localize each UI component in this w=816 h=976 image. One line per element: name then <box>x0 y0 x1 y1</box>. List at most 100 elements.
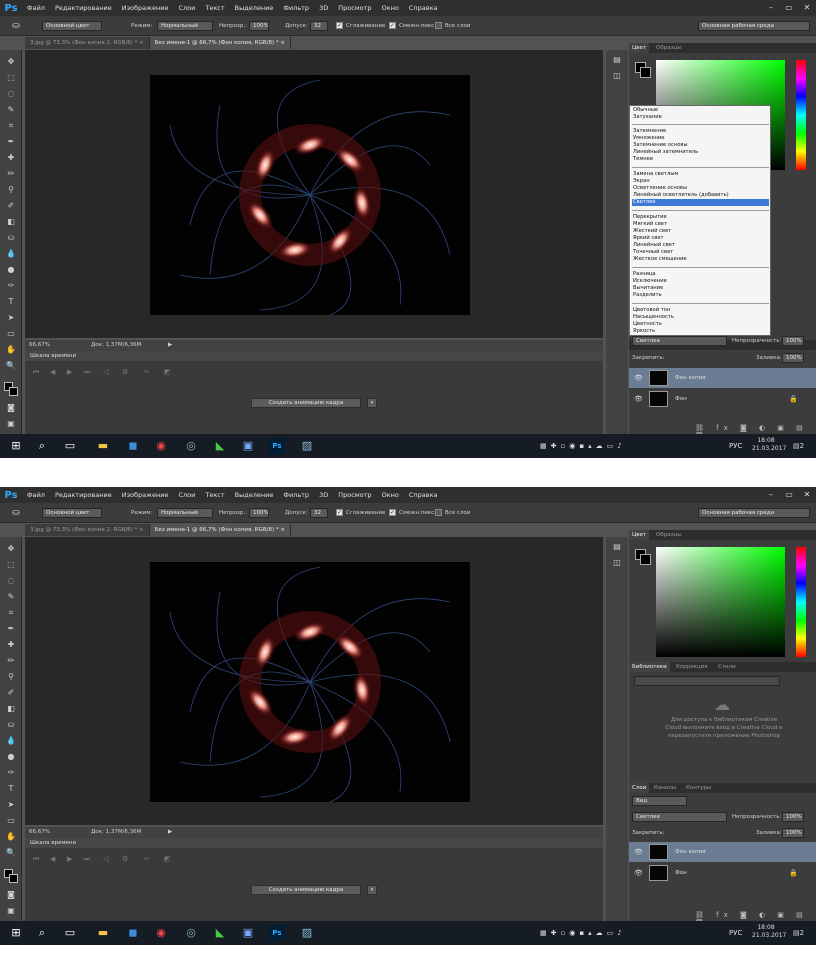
stamp-tool-icon[interactable]: ⚲ <box>4 184 18 196</box>
quick-mask-icon[interactable]: ◙ <box>4 402 18 414</box>
all-layers-checkbox[interactable] <box>435 22 442 29</box>
tab-paths[interactable]: Контуры <box>683 783 714 793</box>
menu-help[interactable]: Справка <box>404 487 443 503</box>
clock[interactable]: 18:08 21.03.2017 <box>752 437 786 453</box>
system-tray-icons[interactable]: ▦✚▫◉▪▴☁▭♪ <box>540 440 626 452</box>
minimize-button[interactable]: – <box>762 0 780 16</box>
menu-image[interactable]: Изображение <box>117 487 174 503</box>
quick-mask-icon[interactable]: ◙ <box>4 889 18 901</box>
prev-frame-icon[interactable]: ◀ <box>50 368 55 376</box>
first-frame-icon[interactable]: ⏮ <box>33 368 39 377</box>
tab-close-icon[interactable]: × <box>280 527 285 533</box>
language-indicator[interactable]: РУС <box>729 440 742 452</box>
blend-option[interactable]: Точечный свет <box>632 249 769 256</box>
next-frame-icon[interactable]: ⏭ <box>84 855 90 864</box>
fill-input[interactable]: 100% <box>782 828 804 838</box>
type-tool-icon[interactable]: T <box>4 783 18 795</box>
panel-background-swatch[interactable] <box>640 67 651 78</box>
scissors-icon[interactable]: ✂ <box>144 855 150 863</box>
tab-color[interactable]: Цвет <box>629 530 650 540</box>
menu-text[interactable]: Текст <box>200 0 229 16</box>
audio-icon[interactable]: ◁ <box>103 855 108 863</box>
notification-icon[interactable]: ▤2 <box>793 440 804 452</box>
tab-color[interactable]: Цвет <box>629 43 650 53</box>
blend-option[interactable]: Линейный затемнитель <box>632 149 769 156</box>
blend-option[interactable]: Умножение <box>632 135 769 142</box>
tolerance-input[interactable]: 32 <box>310 508 328 518</box>
blend-option[interactable]: Осветление основы <box>632 185 769 192</box>
layer-row-background[interactable]: 👁 Фон 🔒 <box>629 389 816 409</box>
store-icon[interactable]: ◼ <box>125 925 141 941</box>
menu-select[interactable]: Выделение <box>230 487 279 503</box>
task-view-icon[interactable]: ▭ <box>62 438 78 454</box>
menu-select[interactable]: Выделение <box>230 0 279 16</box>
path-select-tool-icon[interactable]: ➤ <box>4 799 18 811</box>
blend-option[interactable]: Вычитание <box>632 285 769 292</box>
photoshop-taskbar-icon[interactable]: Ps <box>269 925 285 941</box>
menu-window[interactable]: Окно <box>377 487 404 503</box>
task-view-icon[interactable]: ▭ <box>62 925 78 941</box>
brush-tool-icon[interactable]: ✏ <box>4 168 18 180</box>
create-frame-animation-button[interactable]: Создать анимацию кадра <box>251 885 361 895</box>
menu-window[interactable]: Окно <box>377 0 404 16</box>
app-icon[interactable]: ◣ <box>212 925 228 941</box>
menu-3d[interactable]: 3D <box>314 487 333 503</box>
app-icon[interactable]: ▨ <box>299 438 315 454</box>
visibility-eye-icon[interactable]: 👁 <box>634 842 643 862</box>
fill-input[interactable]: 100% <box>782 353 804 363</box>
contiguous-checkbox[interactable]: ✓ <box>389 509 396 516</box>
blend-option[interactable]: Обычные <box>632 107 769 114</box>
play-icon[interactable]: ▶ <box>67 368 72 376</box>
tab-swatches[interactable]: Образцы <box>653 530 685 540</box>
marquee-tool-icon[interactable]: ⬚ <box>4 559 18 571</box>
properties-panel-icon[interactable]: ◫ <box>610 70 624 82</box>
blend-option[interactable]: Темнее <box>632 156 769 163</box>
tab-channels[interactable]: Каналы <box>651 783 679 793</box>
menu-edit[interactable]: Редактирование <box>50 487 117 503</box>
blend-option[interactable]: Разница <box>632 271 769 278</box>
blend-option[interactable]: Яркость <box>632 328 769 335</box>
app-icon[interactable]: ◎ <box>183 925 199 941</box>
visibility-eye-icon[interactable]: 👁 <box>634 389 643 409</box>
menu-help[interactable]: Справка <box>404 0 443 16</box>
blend-mode-select[interactable]: Светлее <box>632 336 727 346</box>
menu-layers[interactable]: Слои <box>173 487 200 503</box>
create-frame-animation-button[interactable]: Создать анимацию кадра <box>251 398 361 408</box>
blend-option[interactable]: Перекрытие <box>632 214 769 221</box>
first-frame-icon[interactable]: ⏮ <box>33 855 39 864</box>
scissors-icon[interactable]: ✂ <box>144 368 150 376</box>
tab-layers[interactable]: Слои <box>629 783 650 793</box>
antialias-checkbox[interactable]: ✓ <box>336 509 343 516</box>
tab-swatches[interactable]: Образцы <box>653 43 685 53</box>
pen-tool-icon[interactable]: ✑ <box>4 767 18 779</box>
hand-tool-icon[interactable]: ✋ <box>4 831 18 843</box>
blend-option[interactable]: Жесткий свет <box>632 228 769 235</box>
windows-start-icon[interactable]: ⊞ <box>8 925 24 941</box>
tab-close-icon[interactable]: × <box>280 40 285 46</box>
layer-filter-select[interactable]: Вид <box>632 796 687 806</box>
paint-bucket-icon[interactable]: ⛀ <box>12 507 26 519</box>
fill-source-select[interactable]: Основной цвет <box>42 21 102 31</box>
mode-select[interactable]: Нормальный <box>157 508 213 518</box>
menu-image[interactable]: Изображение <box>117 0 174 16</box>
tab-adjustments[interactable]: Коррекция <box>673 662 711 672</box>
screen-mode-icon[interactable]: ▣ <box>4 418 18 430</box>
screen-mode-icon[interactable]: ▣ <box>4 905 18 917</box>
move-tool-icon[interactable]: ✥ <box>4 56 18 68</box>
menu-file[interactable]: Файл <box>22 487 50 503</box>
opacity-input[interactable]: 100% <box>249 508 269 518</box>
healing-tool-icon[interactable]: ✚ <box>4 152 18 164</box>
blend-option[interactable]: Разделить <box>632 292 769 299</box>
menu-filter[interactable]: Фильтр <box>278 0 314 16</box>
pen-tool-icon[interactable]: ✑ <box>4 280 18 292</box>
settings-icon[interactable]: ⚙ <box>122 368 128 376</box>
prev-frame-icon[interactable]: ◀ <box>50 855 55 863</box>
chrome-icon[interactable]: ◉ <box>153 438 169 454</box>
document-canvas[interactable] <box>150 562 470 802</box>
layer-opacity-input[interactable]: 100% <box>782 336 804 346</box>
menu-view[interactable]: Просмотр <box>333 0 376 16</box>
search-icon[interactable]: ⌕ <box>34 925 50 941</box>
document-canvas[interactable] <box>150 75 470 315</box>
antialias-checkbox[interactable]: ✓ <box>336 22 343 29</box>
history-panel-icon[interactable]: ▤ <box>610 541 624 553</box>
